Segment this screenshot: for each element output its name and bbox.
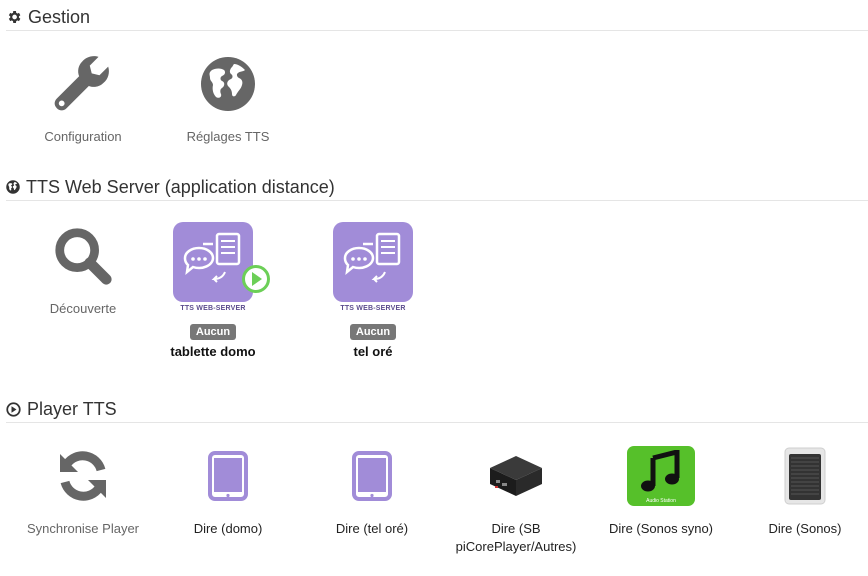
wrench-icon bbox=[54, 56, 109, 111]
search-icon bbox=[55, 228, 112, 285]
play-status-icon bbox=[242, 265, 270, 293]
say-domo-label: Dire (domo) bbox=[193, 521, 263, 536]
globe-icon bbox=[201, 57, 255, 111]
play-circle-icon bbox=[6, 401, 21, 417]
speaker-icon bbox=[784, 447, 826, 505]
configuration-label: Configuration bbox=[44, 129, 122, 144]
discovery-button[interactable]: Découverte bbox=[18, 218, 148, 318]
tts-webserver-logo bbox=[333, 222, 413, 302]
globe-icon bbox=[6, 180, 20, 194]
section-header-gestion: Gestion bbox=[6, 4, 868, 31]
say-tel-ore-label: Dire (tel oré) bbox=[335, 521, 409, 536]
say-sonos-syno-button[interactable]: Audio Station Dire (Sonos syno) bbox=[596, 438, 726, 538]
audio-station-icon: Audio Station bbox=[627, 446, 695, 506]
sync-icon bbox=[60, 451, 106, 501]
tts-webserver-logo bbox=[173, 222, 270, 302]
tts-settings-label: Réglages TTS bbox=[186, 129, 270, 144]
configuration-button[interactable]: Configuration bbox=[18, 46, 148, 146]
device-name: tel oré bbox=[353, 344, 393, 359]
mini-pc-icon bbox=[490, 456, 542, 496]
audio-station-caption: Audio Station bbox=[646, 498, 676, 504]
tts-logo-caption: TTS WEB-SERVER bbox=[340, 305, 406, 312]
section-title-player: Player TTS bbox=[27, 398, 117, 419]
say-domo-button[interactable]: Dire (domo) bbox=[163, 438, 293, 538]
sync-player-button[interactable]: Synchronise Player bbox=[18, 438, 148, 538]
sync-player-label: Synchronise Player bbox=[27, 521, 139, 536]
say-sonos-syno-label: Dire (Sonos syno) bbox=[608, 521, 714, 536]
gear-icon bbox=[8, 11, 21, 23]
tts-device-tablette-domo[interactable]: TTS WEB-SERVER Aucun tablette domo bbox=[143, 222, 283, 359]
music-note-icon bbox=[641, 450, 680, 492]
tablet-icon bbox=[352, 451, 392, 501]
chat-bubbles-icon bbox=[343, 232, 401, 283]
section-header-player: Player TTS bbox=[6, 396, 868, 423]
say-sb-picoreplayer-label: Dire (SB piCorePlayer/Autres) bbox=[455, 521, 577, 554]
tts-device-tel-ore[interactable]: TTS WEB-SERVER Aucun tel oré bbox=[303, 222, 443, 359]
section-title-gestion: Gestion bbox=[28, 6, 91, 27]
status-badge: Aucun bbox=[349, 324, 397, 340]
device-name: tablette domo bbox=[170, 344, 256, 359]
say-sonos-button[interactable]: Dire (Sonos) bbox=[740, 438, 868, 538]
tts-logo-caption: TTS WEB-SERVER bbox=[180, 305, 246, 312]
say-sonos-label: Dire (Sonos) bbox=[768, 521, 842, 536]
discovery-label: Découverte bbox=[49, 301, 117, 316]
section-header-tts-server: TTS Web Server (application distance) bbox=[6, 174, 868, 201]
say-tel-ore-button[interactable]: Dire (tel oré) bbox=[307, 438, 437, 538]
section-title-tts-server: TTS Web Server (application distance) bbox=[26, 176, 335, 197]
tablet-icon bbox=[208, 451, 248, 501]
say-sb-picoreplayer-button[interactable]: Dire (SB piCorePlayer/Autres) bbox=[448, 438, 584, 556]
tts-settings-button[interactable]: Réglages TTS bbox=[163, 46, 293, 146]
status-badge: Aucun bbox=[189, 324, 237, 340]
